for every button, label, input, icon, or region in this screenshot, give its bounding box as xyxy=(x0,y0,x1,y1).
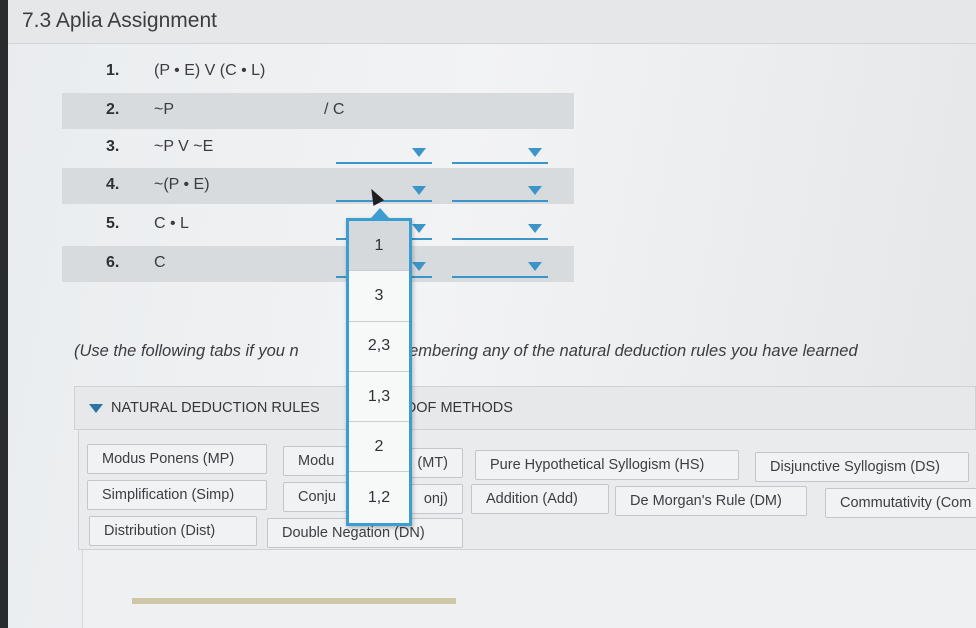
line-formula: ~P xyxy=(154,101,175,118)
caret-down-icon xyxy=(412,262,426,271)
caret-down-icon xyxy=(528,186,542,195)
triangle-down-icon xyxy=(89,403,103,413)
help-tabs: NATURAL DEDUCTION RULES OOF METHODS xyxy=(74,386,976,430)
line-number: 1. xyxy=(106,62,120,79)
proof-conclusion: / C xyxy=(324,101,345,118)
line-number: 5. xyxy=(106,215,120,232)
caret-down-icon xyxy=(412,148,426,157)
caret-down-icon xyxy=(412,224,426,233)
dropdown-option[interactable]: 3 xyxy=(349,271,409,322)
proof-row-1: 1. (P • E) V (C • L) xyxy=(62,54,574,90)
tab-label: NATURAL DEDUCTION RULES xyxy=(111,400,320,416)
rule-conjunction-end[interactable]: onj) xyxy=(403,484,463,514)
line-3-rule-select[interactable] xyxy=(452,142,548,164)
caret-down-icon xyxy=(412,186,426,195)
line-4-lines-select[interactable] xyxy=(336,180,432,202)
line-number: 4. xyxy=(106,176,120,193)
tab-natural-deduction-rules[interactable]: NATURAL DEDUCTION RULES xyxy=(89,400,320,416)
dropdown-option[interactable]: 2,3 xyxy=(349,322,409,372)
rule-de-morgan[interactable]: De Morgan's Rule (DM) xyxy=(615,486,807,516)
line-formula: (P • E) V (C • L) xyxy=(154,62,266,79)
line-formula: C xyxy=(154,254,166,271)
rule-distribution[interactable]: Distribution (Dist) xyxy=(89,516,257,546)
assignment-page: 7.3 Aplia Assignment 1. (P • E) V (C • L… xyxy=(8,0,976,628)
line-5-rule-select[interactable] xyxy=(452,218,548,240)
help-hint: (Use the following tabs if you n remember… xyxy=(74,342,858,361)
content-area xyxy=(82,550,976,628)
hint-text-left: (Use the following tabs if you n xyxy=(74,342,299,360)
line-4-rule-select[interactable] xyxy=(452,180,548,202)
caret-down-icon xyxy=(528,148,542,157)
rule-conjunction[interactable]: Conju xyxy=(283,482,347,512)
tab-label: OOF METHODS xyxy=(405,400,513,416)
caret-down-icon xyxy=(528,224,542,233)
line-6-rule-select[interactable] xyxy=(452,256,548,278)
line-formula: C • L xyxy=(154,215,189,232)
line-number: 3. xyxy=(106,138,120,155)
hint-text-right: remembering any of the natural deduction… xyxy=(380,342,858,360)
tab-proof-methods[interactable]: OOF METHODS xyxy=(405,400,513,416)
page-title: 7.3 Aplia Assignment xyxy=(22,9,217,32)
rule-commutativity[interactable]: Commutativity (Com xyxy=(825,488,976,518)
dropdown-option[interactable]: 1,2 xyxy=(349,472,409,522)
line-formula: ~(P • E) xyxy=(154,176,210,193)
rules-panel: Modus Ponens (MP) Modu (MT) Pure Hypothe… xyxy=(78,430,976,550)
scroll-indicator xyxy=(132,598,456,604)
dropdown-option[interactable]: 2 xyxy=(349,422,409,473)
dropdown-option[interactable]: 1 xyxy=(349,221,409,272)
rule-hypothetical-syllogism[interactable]: Pure Hypothetical Syllogism (HS) xyxy=(475,450,739,480)
rule-modus-tollens-end[interactable]: (MT) xyxy=(403,448,463,478)
screen-edge xyxy=(0,0,8,628)
rule-disjunctive-syllogism[interactable]: Disjunctive Syllogism (DS) xyxy=(755,452,969,482)
caret-down-icon xyxy=(528,262,542,271)
dropdown-option[interactable]: 1,3 xyxy=(349,372,409,423)
line-formula: ~P V ~E xyxy=(154,138,214,155)
rule-modus-tollens[interactable]: Modu xyxy=(283,446,347,476)
line-number: 6. xyxy=(106,254,120,271)
line-3-lines-select[interactable] xyxy=(336,142,432,164)
lines-dropdown-list: 1 3 2,3 1,3 2 1,2 xyxy=(346,208,412,526)
page-header: 7.3 Aplia Assignment xyxy=(8,0,976,44)
rule-simplification[interactable]: Simplification (Simp) xyxy=(87,480,267,510)
rule-addition[interactable]: Addition (Add) xyxy=(471,484,609,514)
rule-modus-ponens[interactable]: Modus Ponens (MP) xyxy=(87,444,267,474)
line-number: 2. xyxy=(106,101,120,118)
proof-row-2: 2. ~P / C xyxy=(62,93,574,129)
